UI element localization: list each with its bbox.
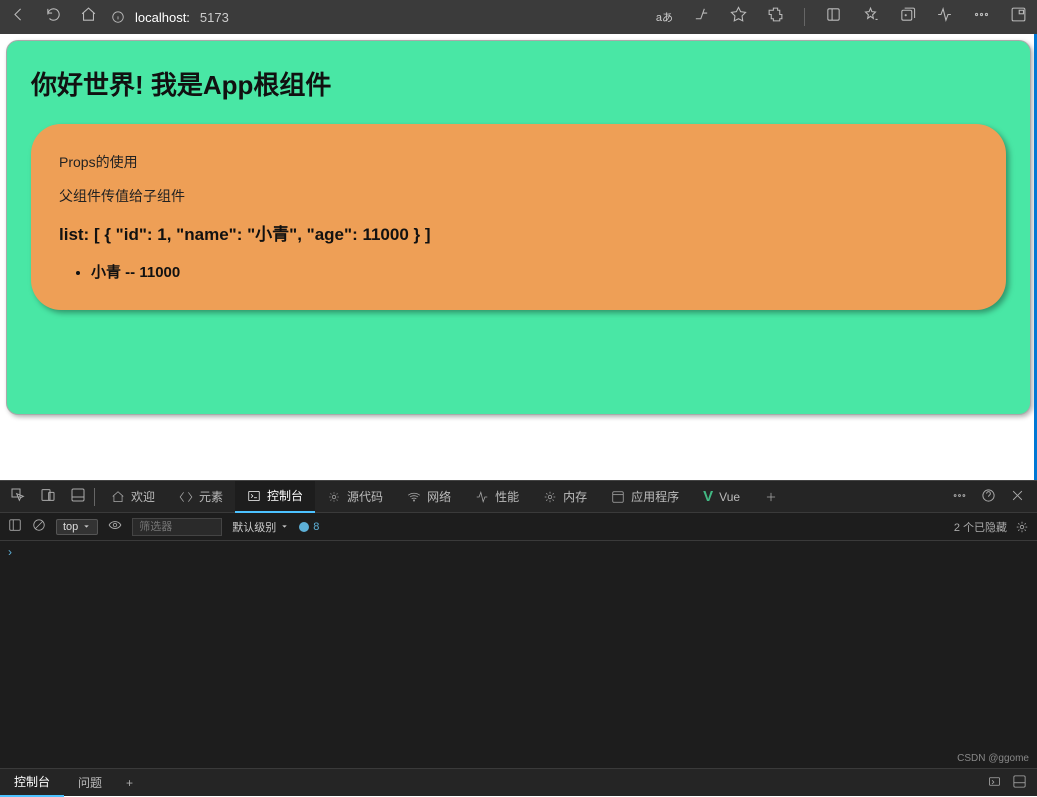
help-icon[interactable] <box>981 488 996 506</box>
home-button[interactable] <box>80 6 97 28</box>
app-title: 你好世界! 我是App根组件 <box>31 65 1006 102</box>
tab-memory[interactable]: 内存 <box>531 481 599 513</box>
info-icon <box>111 10 125 24</box>
favorite-icon[interactable] <box>730 6 747 28</box>
close-devtools-icon[interactable] <box>1010 488 1025 506</box>
more-icon[interactable] <box>973 6 990 28</box>
drawer-tab-issues[interactable]: 问题 <box>64 769 116 797</box>
tab-application[interactable]: 应用程序 <box>599 481 691 513</box>
clear-console-icon[interactable] <box>32 518 46 535</box>
vue-icon: V <box>703 488 713 505</box>
tab-welcome[interactable]: 欢迎 <box>99 481 167 513</box>
back-button[interactable] <box>10 6 27 28</box>
tab-network[interactable]: 网络 <box>395 481 463 513</box>
browser-toolbar: localhost: 5173 aあ <box>0 0 1037 34</box>
address-bar[interactable]: localhost: 5173 <box>111 10 229 25</box>
collections-icon[interactable] <box>899 6 916 28</box>
app-root-card: 你好世界! 我是App根组件 Props的使用 父组件传值给子组件 list: … <box>6 40 1031 415</box>
console-output[interactable]: › <box>0 541 1037 768</box>
tab-sources[interactable]: 源代码 <box>315 481 395 513</box>
props-child-card: Props的使用 父组件传值给子组件 list: [ { "id": 1, "n… <box>31 124 1006 310</box>
props-heading: Props的使用 <box>59 152 978 172</box>
watermark: CSDN @ggome <box>957 753 1029 764</box>
execution-context-selector[interactable]: top <box>56 519 98 535</box>
tab-add[interactable] <box>752 481 790 513</box>
live-expression-icon[interactable] <box>108 518 122 535</box>
list-rendered: 小青 -- 11000 <box>91 261 978 282</box>
extensions-icon[interactable] <box>767 6 784 28</box>
device-icon[interactable] <box>34 481 62 512</box>
issue-dot-icon <box>299 522 309 532</box>
more-tabs-icon[interactable] <box>952 488 967 506</box>
favorites-bar-icon[interactable] <box>862 6 879 28</box>
tab-vue[interactable]: VVue <box>691 481 752 513</box>
tab-elements[interactable]: 元素 <box>167 481 235 513</box>
props-desc: 父组件传值给子组件 <box>59 186 978 206</box>
devtools-drawer-tabs: 控制台 问题 + <box>0 768 1037 796</box>
drawer-tab-console[interactable]: 控制台 <box>0 769 64 797</box>
separator <box>804 8 805 26</box>
list-item: 小青 -- 11000 <box>91 261 978 282</box>
new-tab-aside-icon[interactable] <box>1010 6 1027 28</box>
sidebar-toggle-icon[interactable] <box>8 518 22 535</box>
sidebar-icon[interactable] <box>825 6 842 28</box>
inspect-icon[interactable] <box>4 481 32 512</box>
devtools-tabs: 欢迎 元素 控制台 源代码 网络 性能 内存 应用程序 VVue <box>0 481 1037 513</box>
separator <box>94 488 95 506</box>
devtools-panel: 欢迎 元素 控制台 源代码 网络 性能 内存 应用程序 VVue top 默认级… <box>0 480 1037 796</box>
expand-drawer-icon[interactable] <box>1012 774 1027 792</box>
url-port: 5173 <box>200 10 229 25</box>
url-host: localhost: <box>135 10 190 25</box>
error-indicator-icon[interactable] <box>987 774 1002 792</box>
console-filter-bar: top 默认级别 8 2 个已隐藏 <box>0 513 1037 541</box>
log-level-selector[interactable]: 默认级别 <box>232 519 289 535</box>
performance-icon[interactable] <box>936 6 953 28</box>
issues-badge[interactable]: 8 <box>299 521 319 533</box>
read-aloud-icon[interactable] <box>693 6 710 28</box>
refresh-button[interactable] <box>45 6 62 28</box>
tab-performance[interactable]: 性能 <box>463 481 531 513</box>
drawer-add-tab[interactable]: + <box>116 776 143 790</box>
translate-badge[interactable]: aあ <box>656 9 673 25</box>
list-raw: list: [ { "id": 1, "name": "小青", "age": … <box>59 220 978 245</box>
hidden-count[interactable]: 2 个已隐藏 <box>954 519 1029 535</box>
dock-icon[interactable] <box>64 481 92 512</box>
filter-input[interactable] <box>132 518 222 536</box>
tab-console[interactable]: 控制台 <box>235 481 315 513</box>
console-prompt-icon: › <box>8 545 12 559</box>
viewport: 你好世界! 我是App根组件 Props的使用 父组件传值给子组件 list: … <box>0 34 1037 480</box>
